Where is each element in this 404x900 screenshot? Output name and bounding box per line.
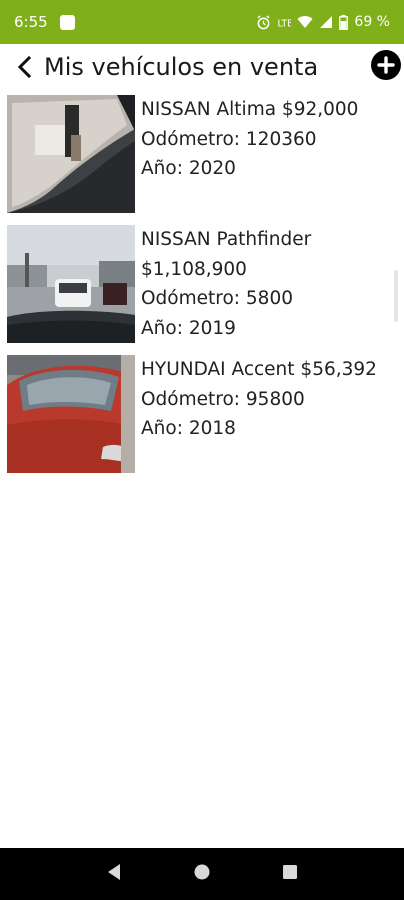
vehicle-info: NISSAN Altima $92,000 Odómetro: 120360 A…: [141, 95, 400, 184]
nav-back-button[interactable]: [106, 863, 122, 885]
square-recents-icon: [283, 865, 298, 879]
page-title: Mis vehículos en venta: [44, 53, 319, 81]
vehicle-odometer: Odómetro: 5800: [141, 288, 293, 309]
status-time: 6:55: [14, 13, 48, 31]
vehicle-photo: [7, 95, 135, 213]
triangle-back-icon: [107, 864, 120, 880]
battery-icon: [339, 14, 349, 30]
add-vehicle-button[interactable]: [371, 50, 401, 80]
status-left: 6:55: [14, 13, 75, 31]
notification-icon: [59, 14, 75, 30]
vehicle-price: $1,108,900: [141, 258, 247, 280]
circle-home-icon: [194, 864, 210, 880]
battery-percent: 69 %: [354, 14, 390, 30]
vehicle-title: NISSAN Pathfinder: [141, 229, 312, 250]
vehicle-year: Año: 2020: [141, 158, 236, 179]
scroll-indicator[interactable]: [394, 270, 398, 322]
lte-icon: LTE: [278, 18, 292, 29]
alarm-icon: [257, 14, 270, 29]
vehicle-list-item[interactable]: NISSAN Pathfinder $1,108,900 Odómetro: 5…: [0, 225, 404, 345]
app-bar: Mis vehículos en venta: [0, 44, 404, 90]
chevron-left-icon: [17, 55, 32, 79]
system-nav-bar: [0, 848, 404, 900]
vehicle-photo: [7, 355, 135, 473]
status-right: LTE 69 %: [256, 14, 390, 30]
status-bar: 6:55 LTE 69 %: [0, 0, 404, 44]
back-button[interactable]: [4, 44, 44, 90]
vehicle-list-item[interactable]: NISSAN Altima $92,000 Odómetro: 120360 A…: [0, 95, 404, 215]
vehicle-title: HYUNDAI Accent $56,392: [141, 359, 377, 380]
vehicle-list-item[interactable]: HYUNDAI Accent $56,392 Odómetro: 95800 A…: [0, 355, 404, 475]
vehicle-year: Año: 2019: [141, 317, 236, 339]
vehicle-odometer: Odómetro: 95800: [141, 388, 305, 410]
wifi-icon: [297, 16, 313, 28]
plus-icon: [377, 56, 395, 74]
svg-text:LTE: LTE: [278, 18, 292, 29]
vehicle-info: NISSAN Pathfinder $1,108,900 Odómetro: 5…: [141, 225, 400, 343]
nav-recents-button[interactable]: [282, 864, 298, 884]
vehicle-year: Año: 2018: [141, 418, 236, 439]
vehicle-odometer: Odómetro: 120360: [141, 128, 317, 150]
signal-icon: [320, 16, 333, 28]
vehicle-info: HYUNDAI Accent $56,392 Odómetro: 95800 A…: [141, 355, 400, 444]
vehicle-photo: [7, 225, 135, 343]
nav-home-button[interactable]: [193, 863, 211, 885]
vehicle-title: NISSAN Altima $92,000: [141, 99, 359, 120]
